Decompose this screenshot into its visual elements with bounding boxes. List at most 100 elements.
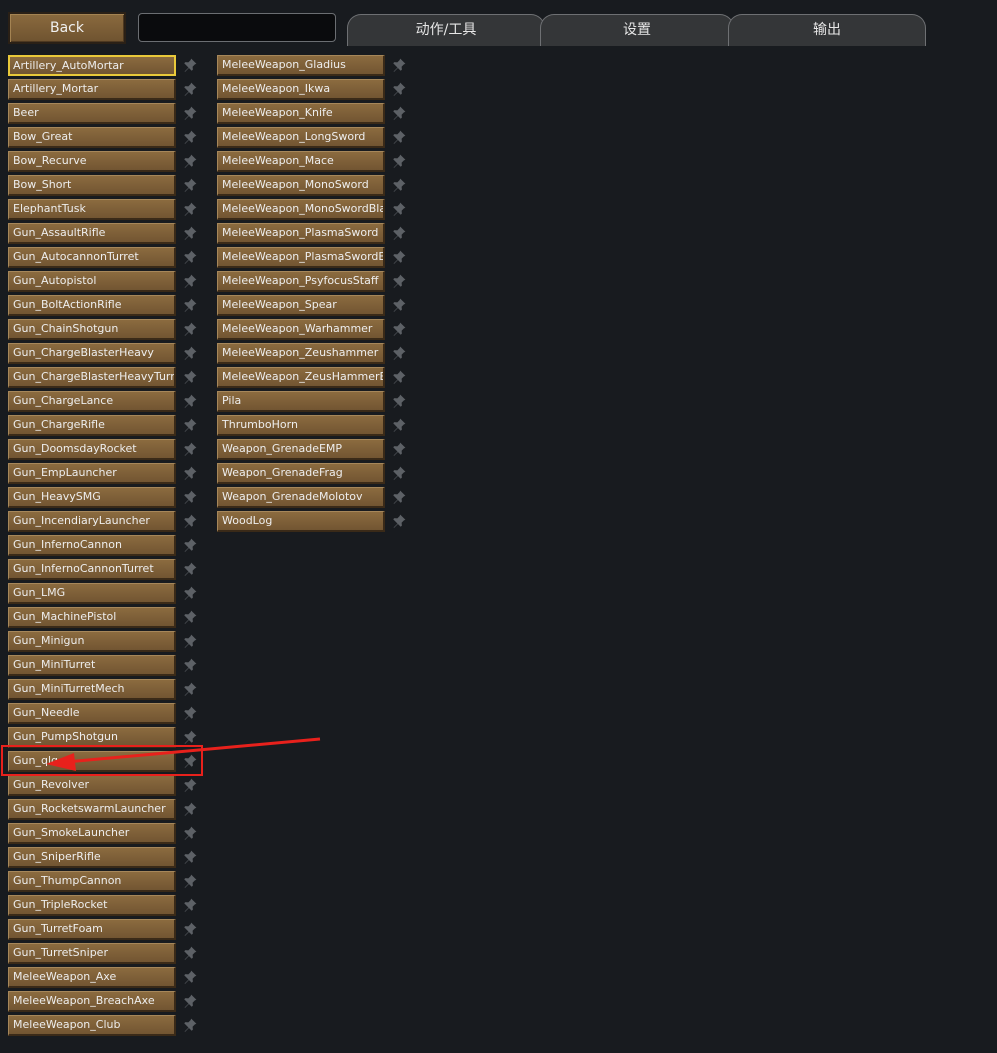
item-button[interactable]: MeleeWeapon_LongSword bbox=[217, 127, 385, 148]
tab-settings[interactable]: 设置 bbox=[540, 14, 734, 46]
pin-icon[interactable] bbox=[182, 729, 198, 745]
pin-icon[interactable] bbox=[182, 705, 198, 721]
item-button[interactable]: Gun_DoomsdayRocket bbox=[8, 439, 176, 460]
item-button[interactable]: Gun_SniperRifle bbox=[8, 847, 176, 868]
pin-icon[interactable] bbox=[182, 513, 198, 529]
item-button[interactable]: Bow_Short bbox=[8, 175, 176, 196]
pin-icon[interactable] bbox=[391, 417, 407, 433]
pin-icon[interactable] bbox=[182, 201, 198, 217]
pin-icon[interactable] bbox=[391, 129, 407, 145]
item-button[interactable]: Bow_Great bbox=[8, 127, 176, 148]
item-button[interactable]: Gun_Autopistol bbox=[8, 271, 176, 292]
item-button[interactable]: Weapon_GrenadeFrag bbox=[217, 463, 385, 484]
item-button[interactable]: Gun_ThumpCannon bbox=[8, 871, 176, 892]
item-button[interactable]: Artillery_Mortar bbox=[8, 79, 176, 100]
pin-icon[interactable] bbox=[182, 537, 198, 553]
item-button[interactable]: MeleeWeapon_MonoSword bbox=[217, 175, 385, 196]
pin-icon[interactable] bbox=[182, 393, 198, 409]
item-button[interactable]: Gun_TripleRocket bbox=[8, 895, 176, 916]
pin-icon[interactable] bbox=[182, 225, 198, 241]
pin-icon[interactable] bbox=[182, 945, 198, 961]
item-button[interactable]: MeleeWeapon_ZeusHammerBlade bbox=[217, 367, 385, 388]
item-button[interactable]: Gun_EmpLauncher bbox=[8, 463, 176, 484]
item-button[interactable]: ThrumboHorn bbox=[217, 415, 385, 436]
pin-icon[interactable] bbox=[182, 969, 198, 985]
item-button[interactable]: Gun_MiniTurret bbox=[8, 655, 176, 676]
pin-icon[interactable] bbox=[182, 489, 198, 505]
pin-icon[interactable] bbox=[182, 249, 198, 265]
pin-icon[interactable] bbox=[182, 465, 198, 481]
pin-icon[interactable] bbox=[391, 345, 407, 361]
item-button[interactable]: Gun_PumpShotgun bbox=[8, 727, 176, 748]
item-button[interactable]: Gun_MiniTurretMech bbox=[8, 679, 176, 700]
pin-icon[interactable] bbox=[391, 321, 407, 337]
item-button[interactable]: Gun_SmokeLauncher bbox=[8, 823, 176, 844]
pin-icon[interactable] bbox=[182, 897, 198, 913]
pin-icon[interactable] bbox=[391, 513, 407, 529]
pin-icon[interactable] bbox=[182, 609, 198, 625]
item-button[interactable]: Pila bbox=[217, 391, 385, 412]
pin-icon[interactable] bbox=[182, 873, 198, 889]
item-button[interactable]: MeleeWeapon_Spear bbox=[217, 295, 385, 316]
pin-icon[interactable] bbox=[391, 105, 407, 121]
pin-icon[interactable] bbox=[182, 153, 198, 169]
pin-icon[interactable] bbox=[182, 297, 198, 313]
item-button[interactable]: Gun_LMG bbox=[8, 583, 176, 604]
pin-icon[interactable] bbox=[182, 657, 198, 673]
item-button[interactable]: Gun_BoltActionRifle bbox=[8, 295, 176, 316]
item-button[interactable]: MeleeWeapon_Zeushammer bbox=[217, 343, 385, 364]
pin-icon[interactable] bbox=[182, 417, 198, 433]
search-input[interactable] bbox=[138, 13, 336, 42]
pin-icon[interactable] bbox=[391, 57, 407, 73]
pin-icon[interactable] bbox=[182, 633, 198, 649]
item-button[interactable]: MeleeWeapon_Warhammer bbox=[217, 319, 385, 340]
tab-actions-tools[interactable]: 动作/工具 bbox=[347, 14, 545, 46]
item-button[interactable]: Beer bbox=[8, 103, 176, 124]
item-button[interactable]: Gun_ChargeBlasterHeavy bbox=[8, 343, 176, 364]
pin-icon[interactable] bbox=[182, 81, 198, 97]
pin-icon[interactable] bbox=[391, 465, 407, 481]
pin-icon[interactable] bbox=[391, 201, 407, 217]
pin-icon[interactable] bbox=[391, 249, 407, 265]
item-button[interactable]: Gun_TurretSniper bbox=[8, 943, 176, 964]
item-button[interactable]: MeleeWeapon_Axe bbox=[8, 967, 176, 988]
item-button[interactable]: Gun_MachinePistol bbox=[8, 607, 176, 628]
item-button[interactable]: MeleeWeapon_Mace bbox=[217, 151, 385, 172]
pin-icon[interactable] bbox=[391, 153, 407, 169]
pin-icon[interactable] bbox=[391, 177, 407, 193]
pin-icon[interactable] bbox=[182, 1017, 198, 1033]
pin-icon[interactable] bbox=[182, 345, 198, 361]
pin-icon[interactable] bbox=[182, 993, 198, 1009]
item-button[interactable]: Gun_ChargeLance bbox=[8, 391, 176, 412]
pin-icon[interactable] bbox=[391, 81, 407, 97]
item-button[interactable]: MeleeWeapon_Ikwa bbox=[217, 79, 385, 100]
pin-icon[interactable] bbox=[182, 57, 198, 73]
pin-icon[interactable] bbox=[182, 273, 198, 289]
item-button[interactable]: Bow_Recurve bbox=[8, 151, 176, 172]
pin-icon[interactable] bbox=[182, 825, 198, 841]
item-button[interactable]: MeleeWeapon_Gladius bbox=[217, 55, 385, 76]
item-button[interactable]: Gun_Revolver bbox=[8, 775, 176, 796]
item-button[interactable]: Gun_Minigun bbox=[8, 631, 176, 652]
pin-icon[interactable] bbox=[182, 369, 198, 385]
pin-icon[interactable] bbox=[182, 129, 198, 145]
pin-icon[interactable] bbox=[182, 681, 198, 697]
item-button[interactable]: Gun_RocketswarmLauncher bbox=[8, 799, 176, 820]
pin-icon[interactable] bbox=[182, 777, 198, 793]
pin-icon[interactable] bbox=[182, 921, 198, 937]
tab-output[interactable]: 输出 bbox=[728, 14, 926, 46]
item-button[interactable]: Gun_qlq bbox=[8, 751, 176, 772]
pin-icon[interactable] bbox=[182, 177, 198, 193]
pin-icon[interactable] bbox=[182, 849, 198, 865]
pin-icon[interactable] bbox=[391, 273, 407, 289]
item-button[interactable]: MeleeWeapon_MonoSwordBlade bbox=[217, 199, 385, 220]
item-button[interactable]: Gun_ChargeRifle bbox=[8, 415, 176, 436]
item-button[interactable]: Gun_AutocannonTurret bbox=[8, 247, 176, 268]
item-button[interactable]: Gun_ChargeBlasterHeavyTurret bbox=[8, 367, 176, 388]
item-button[interactable]: WoodLog bbox=[217, 511, 385, 532]
item-button[interactable]: Gun_Needle bbox=[8, 703, 176, 724]
item-button[interactable]: Gun_HeavySMG bbox=[8, 487, 176, 508]
pin-icon[interactable] bbox=[391, 297, 407, 313]
item-button[interactable]: Artillery_AutoMortar bbox=[8, 55, 176, 76]
item-button[interactable]: MeleeWeapon_PlasmaSword bbox=[217, 223, 385, 244]
